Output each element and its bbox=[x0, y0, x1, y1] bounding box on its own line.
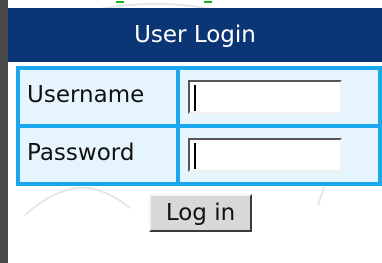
password-label: Password bbox=[27, 140, 135, 166]
password-label-cell: Password bbox=[20, 128, 176, 182]
login-form-table: Username Password bbox=[16, 66, 382, 186]
username-label-cell: Username bbox=[20, 70, 176, 124]
top-strip bbox=[8, 0, 382, 8]
page-title: User Login bbox=[8, 8, 382, 62]
text-caret bbox=[194, 143, 196, 169]
password-field-cell bbox=[180, 128, 378, 182]
username-field-cell bbox=[180, 70, 378, 124]
login-button[interactable]: Log in bbox=[149, 194, 252, 232]
username-field[interactable] bbox=[188, 80, 342, 114]
username-label: Username bbox=[27, 82, 145, 108]
text-caret bbox=[194, 85, 196, 111]
password-field[interactable] bbox=[188, 138, 342, 172]
